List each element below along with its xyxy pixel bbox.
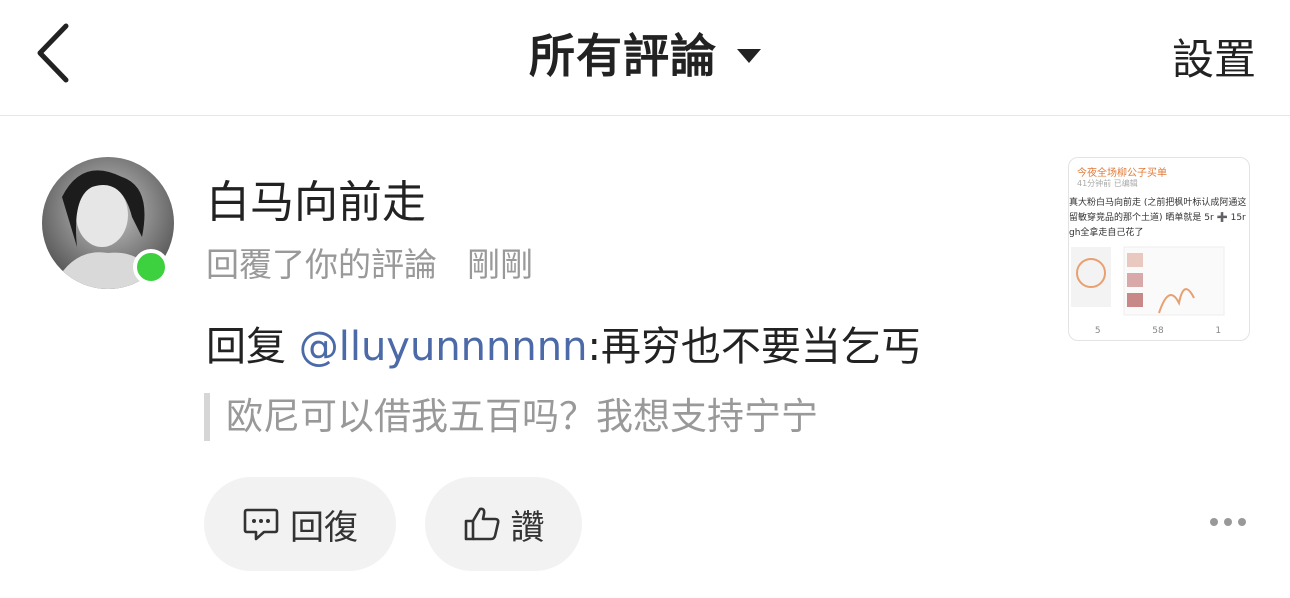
more-dots-icon[interactable] — [1210, 515, 1246, 529]
comment-bubble-icon — [243, 508, 279, 541]
action-text: 回覆了你的評論 — [206, 245, 437, 284]
like-button[interactable]: 讚 — [425, 477, 582, 571]
caret-down-icon[interactable] — [737, 49, 761, 63]
thumbnail-stats: 5 58 1 — [1069, 326, 1247, 336]
online-status-dot — [133, 249, 169, 285]
timestamp: 剛剛 — [467, 245, 533, 284]
reply-prefix: 回复 — [206, 324, 299, 370]
top-bar: 所有評論 設置 — [0, 0, 1290, 116]
quoted-comment: 欧尼可以借我五百吗？我想支持宁宁 — [204, 393, 818, 441]
reply-label: 回復 — [290, 507, 358, 548]
thumbs-up-icon — [464, 507, 499, 541]
username[interactable]: 白马向前走 — [206, 166, 426, 230]
comment-count: 58 — [1152, 326, 1164, 336]
reply-button[interactable]: 回復 — [204, 477, 396, 571]
original-post-thumbnail[interactable]: 今夜全场柳公子买单 41分钟前 已编辑 真大粉白马向前走 (之前把枫叶标认成阿通… — [1068, 157, 1250, 341]
thumbnail-time: 41分钟前 已编辑 — [1077, 179, 1138, 188]
reply-body: :再穷也不要当乞丐 — [587, 324, 921, 370]
thumbnail-text: 真大粉白马向前走 (之前把枫叶标认成阿通这 留敏穿竞品的那个土道) 晒单就是 5… — [1069, 198, 1247, 238]
comment-meta: 回覆了你的評論 剛剛 — [206, 238, 533, 286]
page-title: 所有評論 — [529, 29, 717, 83]
like-label: 讚 — [510, 507, 545, 548]
reply-text: 回复 @lluyunnnnnn:再穷也不要当乞丐 — [206, 314, 921, 372]
thumbnail-image-icon — [1071, 246, 1225, 316]
mention-link[interactable]: @lluyunnnnnn — [299, 324, 588, 370]
like-count: 1 — [1215, 326, 1222, 336]
repost-count: 5 — [1094, 326, 1101, 336]
title-selector[interactable]: 所有評論 — [0, 20, 1290, 86]
settings-button[interactable]: 設置 — [1172, 26, 1256, 87]
thumbnail-author: 今夜全场柳公子买单 — [1077, 168, 1167, 179]
